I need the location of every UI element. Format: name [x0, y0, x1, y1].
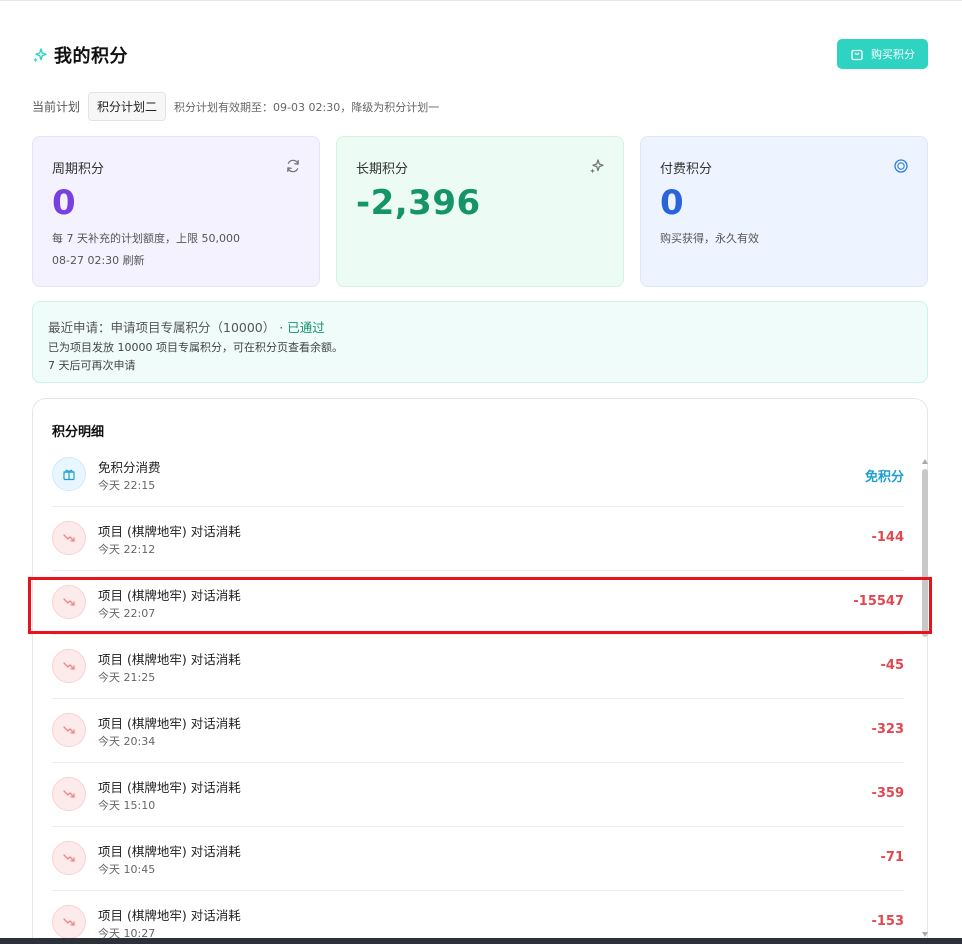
notice-separator: ·: [275, 320, 288, 335]
gift-icon: [52, 457, 86, 491]
approval-status-badge: 已通过: [287, 320, 325, 335]
card-label: 周期积分: [52, 162, 105, 177]
list-item[interactable]: 免积分消费今天 22:15 免积分: [52, 443, 904, 507]
card-label: 长期积分: [356, 162, 409, 177]
notice-summary: 最近申请：申请项目专属积分（10000） · 已通过: [48, 317, 325, 336]
page-header: 我的积分 购买积分: [32, 39, 928, 69]
coin-icon: [894, 159, 908, 173]
points-detail-list[interactable]: 免积分消费今天 22:15 免积分项目 (棋牌地牢) 对话消耗 今天 22:12 -1…: [52, 443, 904, 944]
list-item[interactable]: 项目 (棋牌地牢) 对话消耗 今天 10:45 -71: [52, 827, 904, 891]
paid-points-desc: 购买获得，永久有效: [660, 232, 759, 245]
item-title: 项目 (棋牌地牢) 对话消耗: [98, 908, 241, 923]
buy-points-label: 购买积分: [871, 48, 915, 61]
trend-down-icon: [52, 713, 86, 747]
page-title: 我的积分: [54, 46, 128, 67]
list-item[interactable]: 项目 (棋牌地牢) 对话消耗 今天 21:25 -45: [52, 635, 904, 699]
paid-points-value: 0: [660, 183, 685, 223]
item-time: 今天 10:45: [98, 863, 156, 876]
plan-chip[interactable]: 积分计划二: [88, 92, 167, 121]
notice-detail: 已为项目发放 10000 项目专属积分，可在积分页查看余额。: [48, 341, 343, 354]
item-title: 项目 (棋牌地牢) 对话消耗: [98, 524, 241, 539]
detail-title: 积分明细: [52, 425, 105, 440]
plan-row: 当前计划 积分计划二 积分计划有效期至：09-03 02:30，降级为积分计划一: [32, 92, 439, 121]
cycle-points-desc: 每 7 天补充的计划额度，上限 50,000: [52, 232, 240, 245]
item-time: 今天 21:25: [98, 671, 156, 684]
long-term-points-value: -2,396: [356, 183, 481, 223]
item-time: 今天 22:15: [98, 479, 156, 492]
scroll-up-arrow-icon[interactable]: [922, 459, 928, 464]
item-amount: -153: [871, 914, 904, 929]
trend-down-icon: [52, 841, 86, 875]
notice-prefix: 最近申请：申请项目专属积分（10000）: [48, 320, 276, 335]
top-divider: [0, 0, 962, 1]
scroll-down-arrow-icon[interactable]: [922, 932, 928, 937]
notice-cooldown: 7 天后可再次申请: [48, 359, 136, 372]
item-amount: 免积分: [864, 470, 904, 485]
plan-label: 当前计划: [32, 100, 81, 114]
list-item[interactable]: 项目 (棋牌地牢) 对话消耗 今天 20:34 -323: [52, 699, 904, 763]
card-label: 付费积分: [660, 162, 713, 177]
trend-down-icon: [52, 905, 86, 939]
cycle-points-value: 0: [52, 183, 77, 223]
sparkle-icon: [590, 159, 604, 174]
item-amount: -144: [871, 530, 904, 545]
item-time: 今天 22:12: [98, 543, 156, 556]
list-item[interactable]: 项目 (棋牌地牢) 对话消耗 今天 15:10 -359: [52, 763, 904, 827]
item-time: 今天 20:34: [98, 735, 156, 748]
highlight-box: [28, 577, 932, 634]
item-amount: -359: [871, 786, 904, 801]
cycle-refresh-time: 08-27 02:30 刷新: [52, 254, 145, 267]
item-title: 免积分消费: [98, 460, 161, 475]
list-item[interactable]: 项目 (棋牌地牢) 对话消耗 今天 10:27 -153: [52, 891, 904, 944]
item-amount: -45: [880, 658, 905, 673]
plan-expiry-note: 积分计划有效期至：09-03 02:30，降级为积分计划一: [174, 100, 440, 114]
refresh-icon[interactable]: [285, 158, 301, 174]
item-title: 项目 (棋牌地牢) 对话消耗: [98, 716, 241, 731]
points-detail-panel: 积分明细 免积分消费今天 22:15 免积分项目 (棋牌地牢) 对话消耗 今天 22…: [32, 398, 928, 944]
bottom-bar: [0, 938, 962, 944]
trend-down-icon: [52, 649, 86, 683]
buy-points-button[interactable]: 购买积分: [837, 39, 928, 69]
item-time: 今天 15:10: [98, 799, 156, 812]
trend-down-icon: [52, 777, 86, 811]
shopping-bag-icon: [851, 49, 863, 61]
recent-application-notice: 最近申请：申请项目专属积分（10000） · 已通过 已为项目发放 10000 …: [32, 301, 928, 383]
cycle-points-card: 周期积分 0 每 7 天补充的计划额度，上限 50,000 08-27 02:3…: [32, 136, 320, 287]
long-term-points-card: 长期积分 -2,396: [336, 136, 624, 287]
item-amount: -71: [880, 850, 905, 865]
item-title: 项目 (棋牌地牢) 对话消耗: [98, 652, 241, 667]
list-item[interactable]: 项目 (棋牌地牢) 对话消耗 今天 22:12 -144: [52, 507, 904, 571]
paid-points-card: 付费积分 0 购买获得，永久有效: [640, 136, 928, 287]
item-title: 项目 (棋牌地牢) 对话消耗: [98, 780, 241, 795]
sparkle-icon: [33, 48, 47, 63]
item-amount: -323: [871, 722, 904, 737]
scrollbar[interactable]: [921, 459, 929, 937]
trend-down-icon: [52, 521, 86, 555]
item-title: 项目 (棋牌地牢) 对话消耗: [98, 844, 241, 859]
title-wrap: 我的积分: [32, 42, 128, 68]
